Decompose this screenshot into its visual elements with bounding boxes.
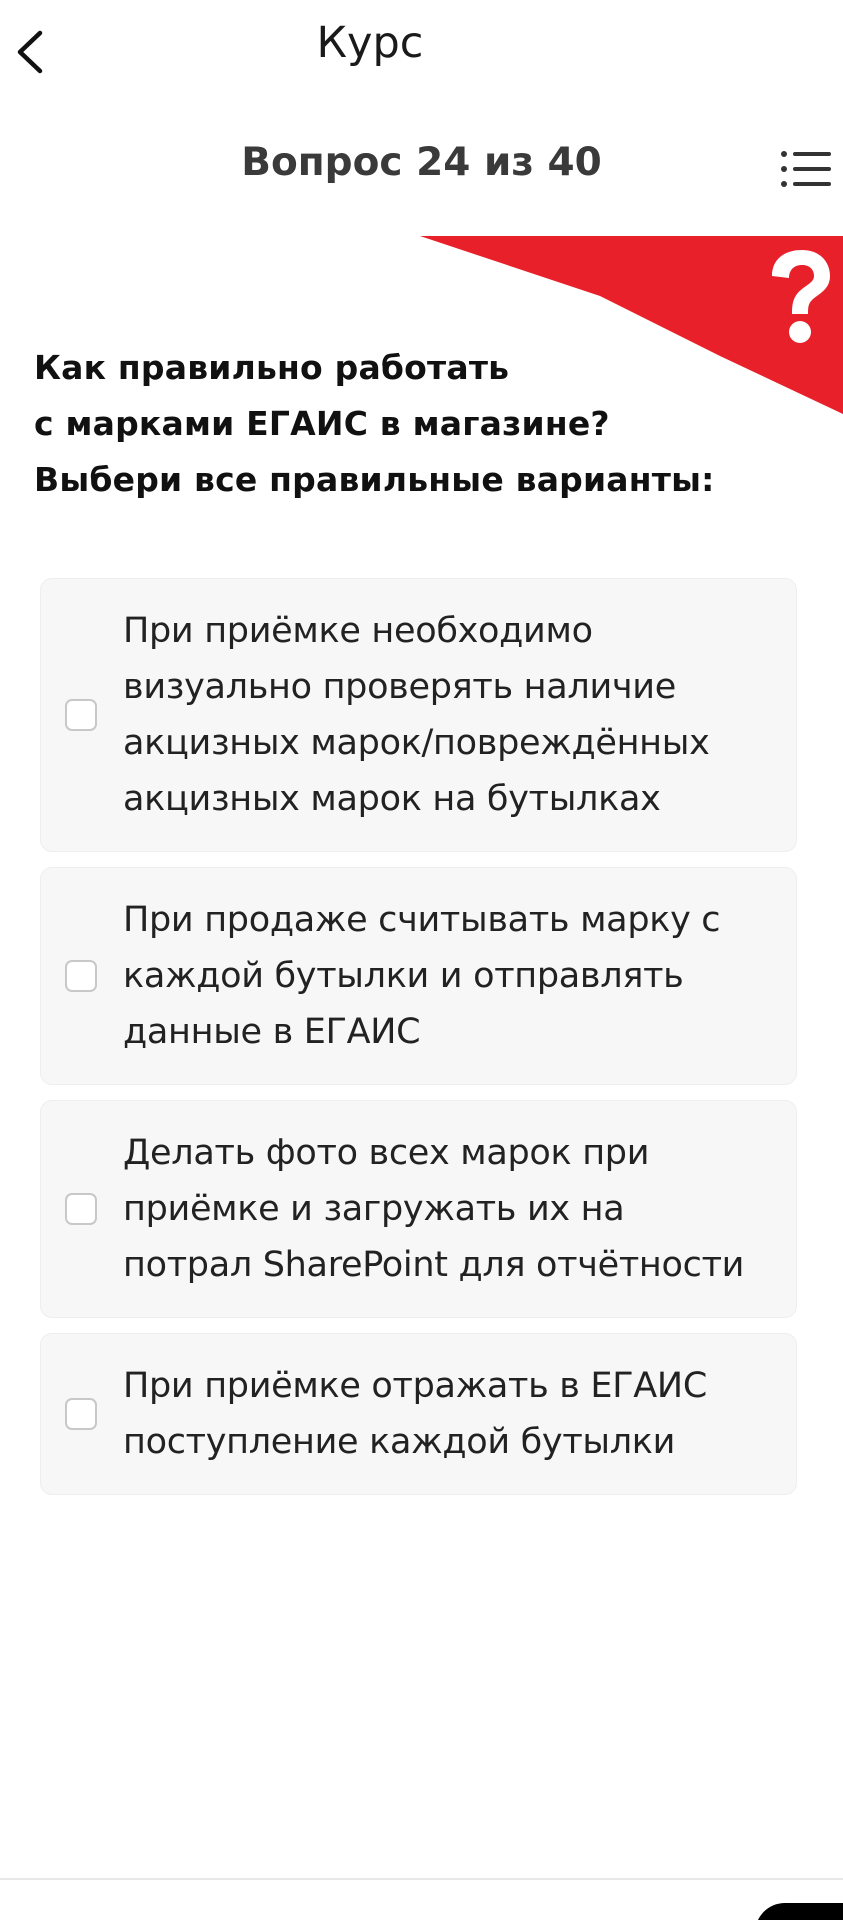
answer-line: поступление каждой бутылки: [123, 1422, 676, 1462]
question-line: с марками ЕГАИС в магазине?: [34, 404, 610, 443]
answer-line: данные в ЕГАИС: [123, 1012, 421, 1052]
answer-label: При продаже считывать марку с каждой бут…: [123, 868, 750, 1084]
answer-label: Делать фото всех марок при приёмке и заг…: [123, 1101, 774, 1317]
answer-option-1[interactable]: При приёмке необходимо визуально проверя…: [40, 578, 797, 852]
question-counter: Вопрос 24 из 40: [241, 140, 602, 185]
answer-line: При приёмке необходимо: [123, 611, 593, 651]
bottom-divider: [0, 1878, 843, 1880]
answer-line: Делать фото всех марок при: [123, 1133, 650, 1173]
answer-line: визуально проверять наличие: [123, 667, 676, 707]
answer-checkbox[interactable]: [65, 1398, 97, 1430]
answer-options: При приёмке необходимо визуально проверя…: [40, 578, 797, 1510]
answer-option-4[interactable]: При приёмке отражать в ЕГАИС поступление…: [40, 1333, 797, 1495]
answer-checkbox[interactable]: [65, 1193, 97, 1225]
answer-label: При приёмке отражать в ЕГАИС поступление…: [123, 1334, 737, 1494]
answer-line: При продаже считывать марку с: [123, 900, 721, 940]
answer-option-2[interactable]: При продаже считывать марку с каждой бут…: [40, 867, 797, 1085]
question-line: Выбери все правильные варианты:: [34, 460, 715, 499]
answer-line: приёмке и загружать их на: [123, 1189, 625, 1229]
answer-option-3[interactable]: Делать фото всех марок при приёмке и заг…: [40, 1100, 797, 1318]
question-list-button[interactable]: [776, 144, 836, 194]
list-menu-icon: [781, 151, 831, 187]
answer-line: потрал SharePoint для отчётности: [123, 1245, 745, 1285]
page-title: Курс: [316, 18, 424, 68]
bottom-action-button[interactable]: [755, 1903, 843, 1920]
answer-line: акцизных марок на бутылках: [123, 779, 661, 819]
answer-line: акцизных марок/повреждённых: [123, 723, 710, 763]
answer-checkbox[interactable]: [65, 699, 97, 731]
answer-line: каждой бутылки и отправлять: [123, 956, 684, 996]
answer-label: При приёмке необходимо визуально проверя…: [123, 579, 740, 851]
question-line: Как правильно работать: [34, 348, 510, 387]
app-bar: Курс: [0, 0, 843, 100]
question-text: Как правильно работать с марками ЕГАИС в…: [34, 340, 754, 508]
answer-line: При приёмке отражать в ЕГАИС: [123, 1366, 707, 1406]
answer-checkbox[interactable]: [65, 960, 97, 992]
